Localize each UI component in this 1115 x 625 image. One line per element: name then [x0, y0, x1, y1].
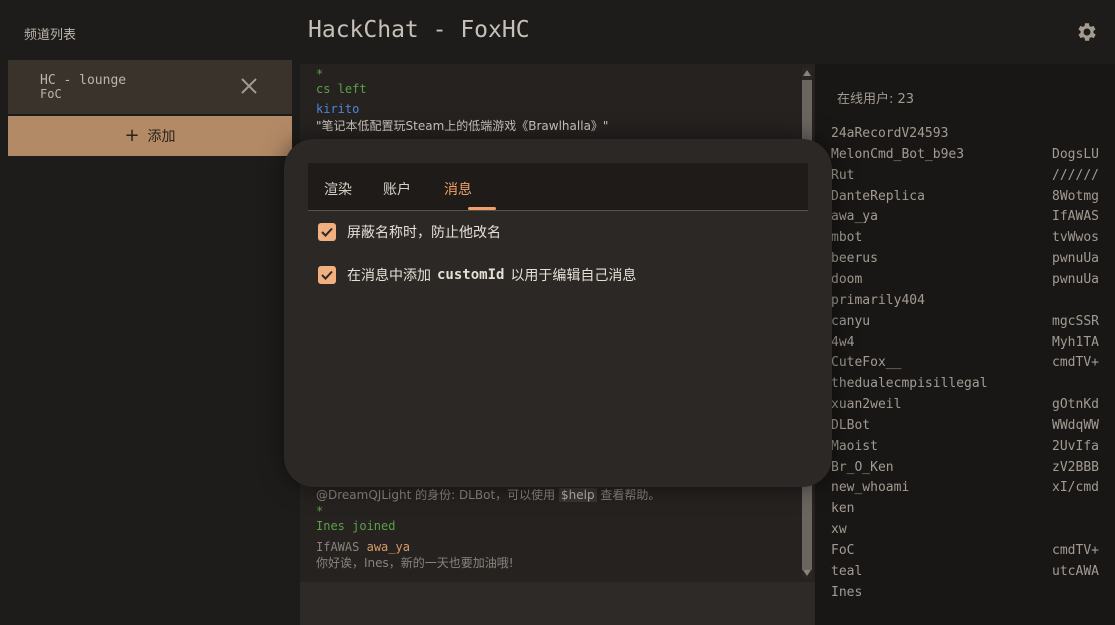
user-trip: pwnuUa	[1052, 272, 1099, 287]
sidebar-title: 频道列表	[24, 28, 77, 43]
app-header: HackChat - FoxHC	[300, 0, 1115, 64]
user-name[interactable]: Br_O_Ken	[831, 460, 894, 475]
user-trip: WWdqWW	[1052, 418, 1099, 433]
channel-name: HC - lounge	[40, 73, 127, 88]
user-name[interactable]: Maoist	[831, 439, 878, 454]
checkbox-prevent-rename[interactable]	[318, 223, 336, 241]
tab-account[interactable]: 账户	[383, 179, 411, 199]
add-channel-button[interactable]: + 添加	[8, 116, 292, 156]
dlbot-suffix: 查看帮助。	[600, 488, 661, 502]
user-trip: mgcSSR	[1052, 314, 1099, 329]
user-trip: //////	[1052, 168, 1099, 183]
user-name[interactable]: doom	[831, 272, 862, 287]
user-trip: zV2BBB	[1052, 460, 1099, 475]
user-trip: gOtnKd	[1052, 397, 1099, 412]
help-code: $help	[558, 488, 597, 502]
user-trip: utcAWA	[1052, 564, 1099, 579]
checkbox-custom-id[interactable]	[318, 266, 336, 284]
message-header: IfAWAS awa_ya	[316, 540, 410, 554]
online-users-panel: 在线用户: 23 24aRecordV24593 MelonCmd_Bot_b9e…	[815, 64, 1115, 625]
message-input[interactable]	[300, 582, 815, 625]
message-nick[interactable]: awa_ya	[367, 540, 410, 554]
message-text: "笔记本低配置玩Steam上的低端游戏《Brawlhalla》"	[316, 119, 609, 133]
user-name[interactable]: primarily404	[831, 293, 925, 308]
user-trip: DogsLU	[1052, 147, 1099, 162]
user-trip: 2UvIfa	[1052, 439, 1099, 454]
online-count: 在线用户: 23	[837, 92, 915, 107]
active-tab-indicator	[468, 207, 496, 210]
user-name[interactable]: CuteFox__	[831, 355, 901, 370]
channel-sidebar: 频道列表 HC - lounge FoC + 添加	[0, 0, 300, 625]
option-custom-id[interactable]: 在消息中添加 customId 以用于编辑自己消息	[318, 265, 636, 285]
page-title: HackChat - FoxHC	[308, 17, 530, 43]
user-trip: xI/cmd	[1052, 480, 1099, 495]
message-nick[interactable]: kirito	[316, 102, 359, 116]
user-name[interactable]: beerus	[831, 251, 878, 266]
user-name[interactable]: teal	[831, 564, 862, 579]
user-name[interactable]: xuan2weil	[831, 397, 901, 412]
user-name[interactable]: 4w4	[831, 335, 854, 350]
user-name[interactable]: FoC	[831, 543, 854, 558]
user-name[interactable]: MelonCmd_Bot_b9e3	[831, 147, 964, 162]
channel-item[interactable]: HC - lounge FoC	[8, 60, 292, 114]
user-trip: IfAWAS	[1052, 209, 1099, 224]
user-name[interactable]: ken	[831, 501, 854, 516]
user-name[interactable]: xw	[831, 522, 847, 537]
message-dlbot: @DreamQJLight 的身份: DLBot，可以使用 $help 查看帮助…	[316, 486, 660, 503]
user-name[interactable]: canyu	[831, 314, 870, 329]
close-icon[interactable]	[240, 77, 258, 95]
channel-owner: FoC	[40, 87, 62, 101]
settings-modal: 渲染 账户 消息 屏蔽名称时，防止他改名 在消息中添加 customId 以用于…	[284, 139, 832, 487]
check-icon	[321, 227, 333, 237]
option-prevent-rename[interactable]: 屏蔽名称时，防止他改名	[318, 222, 501, 242]
user-trip: Myh1TA	[1052, 335, 1099, 350]
plus-icon: +	[124, 125, 140, 146]
user-trip: tvWwos	[1052, 230, 1099, 245]
message-left: cs left	[316, 82, 367, 96]
message-star: *	[316, 504, 324, 518]
user-name[interactable]: 24aRecordV24593	[831, 126, 948, 141]
user-trip: pwnuUa	[1052, 251, 1099, 266]
message-star: *	[316, 67, 324, 81]
user-name[interactable]: Ines	[831, 585, 862, 600]
user-trip: cmdTV+	[1052, 543, 1099, 558]
message-joined: Ines joined	[316, 519, 396, 533]
option-label: 在消息中添加	[347, 268, 431, 284]
gear-icon[interactable]	[1075, 20, 1099, 44]
check-icon	[321, 270, 333, 280]
tab-messages[interactable]: 消息	[444, 179, 472, 199]
scroll-up-icon[interactable]	[803, 70, 811, 76]
option-code: customId	[437, 267, 505, 283]
user-name[interactable]: new_whoami	[831, 480, 909, 495]
user-trip: 8Wotmg	[1052, 189, 1099, 204]
user-name[interactable]: awa_ya	[831, 209, 878, 224]
option-label-suffix: 以用于编辑自己消息	[510, 268, 637, 284]
message-text: 你好诶，Ines，新的一天也要加油哦!	[316, 556, 514, 570]
message-trip: IfAWAS	[316, 540, 360, 554]
add-channel-label: 添加	[147, 129, 176, 145]
scroll-down-icon[interactable]	[803, 570, 811, 576]
settings-tabs: 渲染 账户 消息	[308, 163, 808, 211]
option-label: 屏蔽名称时，防止他改名	[347, 225, 501, 241]
user-name[interactable]: DanteReplica	[831, 189, 925, 204]
user-trip: cmdTV+	[1052, 355, 1099, 370]
user-name[interactable]: mbot	[831, 230, 862, 245]
user-name[interactable]: DLBot	[831, 418, 870, 433]
tab-render[interactable]: 渲染	[324, 179, 352, 199]
dlbot-text: @DreamQJLight 的身份: DLBot，可以使用	[316, 488, 556, 502]
user-name[interactable]: thedualecmpisillegal	[831, 376, 988, 391]
user-name[interactable]: Rut	[831, 168, 854, 183]
